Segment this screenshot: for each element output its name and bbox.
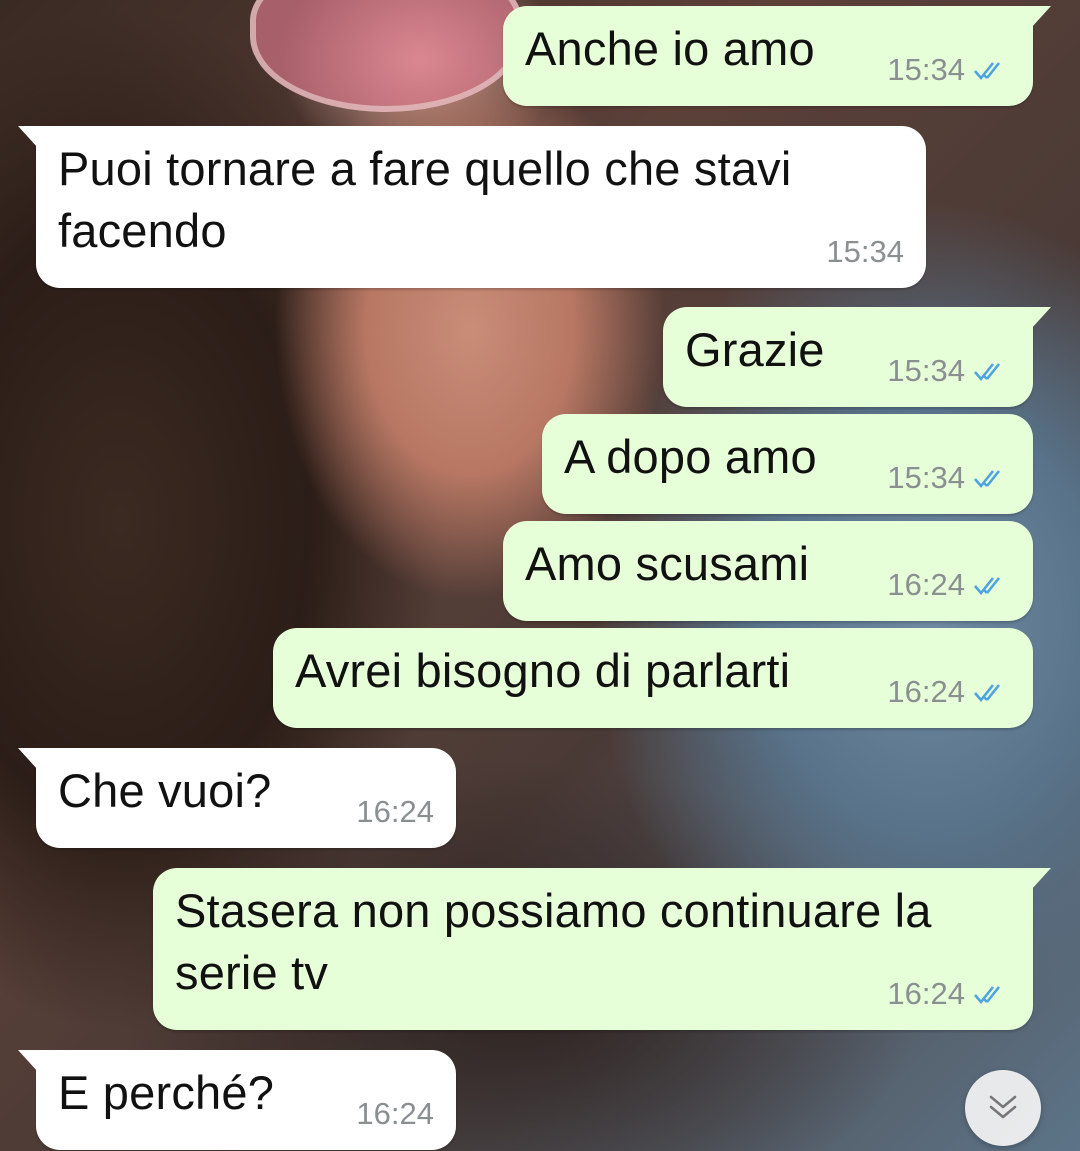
message-time: 15:34 (826, 234, 904, 269)
double-check-icon (974, 62, 1001, 81)
message-meta: 15:34 (826, 234, 904, 270)
message-meta: 16:24 (887, 567, 1011, 603)
message-meta: 15:34 (887, 353, 1011, 389)
message-outgoing[interactable]: Amo scusami 16:24 (503, 521, 1033, 621)
bubble-tail (1031, 6, 1051, 28)
scroll-to-bottom-button[interactable] (965, 1070, 1041, 1146)
bubble-tail (1031, 307, 1051, 329)
message-outgoing[interactable]: Stasera non possiamo continuare la serie… (153, 868, 1051, 1030)
message-time: 15:34 (887, 52, 965, 87)
message-meta: 16:24 (887, 976, 1011, 1012)
message-meta: 15:34 (887, 460, 1011, 496)
message-incoming[interactable]: E perché? 16:24 (18, 1050, 456, 1150)
message-time: 15:34 (887, 460, 965, 495)
bubble-tail (18, 1050, 38, 1072)
message-time: 15:34 (887, 353, 965, 388)
double-check-icon (974, 986, 1001, 1005)
message-time: 16:24 (356, 1096, 434, 1131)
message-meta: 16:24 (887, 674, 1011, 710)
message-outgoing[interactable]: Avrei bisogno di parlarti 16:24 (273, 628, 1033, 728)
message-text: Puoi tornare a fare quello che stavi fac… (58, 142, 792, 257)
message-meta: 15:34 (887, 52, 1011, 88)
bubble-tail (18, 126, 38, 148)
message-meta: 16:24 (356, 1096, 434, 1132)
double-check-icon (974, 684, 1001, 703)
message-time: 16:24 (887, 976, 965, 1011)
message-time: 16:24 (887, 674, 965, 709)
message-outgoing[interactable]: Anche io amo 15:34 (503, 6, 1051, 106)
message-incoming[interactable]: Puoi tornare a fare quello che stavi fac… (18, 126, 926, 288)
message-time: 16:24 (356, 794, 434, 829)
double-check-icon (974, 363, 1001, 382)
message-incoming[interactable]: Che vuoi? 16:24 (18, 748, 456, 848)
message-list[interactable]: Anche io amo 15:34 Puoi tornare a fare q… (0, 0, 1080, 1151)
message-outgoing[interactable]: A dopo amo 15:34 (542, 414, 1033, 514)
chevron-down-double-icon (989, 1095, 1017, 1119)
message-meta: 16:24 (356, 794, 434, 830)
bubble-tail (1031, 868, 1051, 890)
message-outgoing[interactable]: Grazie 15:34 (663, 307, 1051, 407)
double-check-icon (974, 470, 1001, 489)
double-check-icon (974, 577, 1001, 596)
message-time: 16:24 (887, 567, 965, 602)
bubble-tail (18, 748, 38, 770)
